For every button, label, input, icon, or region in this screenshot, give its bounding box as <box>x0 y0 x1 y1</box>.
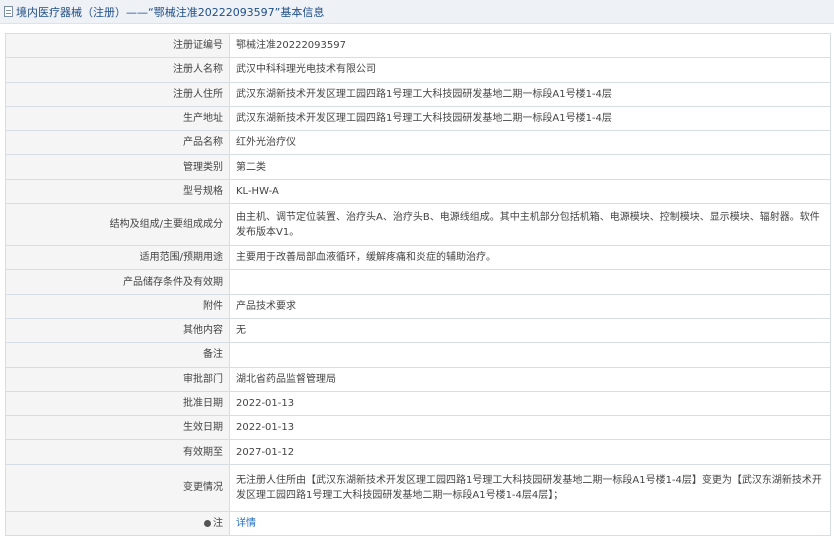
table-row: 其他内容 无 <box>5 317 831 344</box>
row-label: 批准日期 <box>5 390 230 417</box>
row-value: 红外光治疗仪 <box>229 130 831 156</box>
row-value: 产品技术要求 <box>229 293 831 319</box>
table-row: 适用范围/预期用途 主要用于改善局部血液循环，缓解疼痛和炎症的辅助治疗。 <box>5 245 831 271</box>
table-row: 有效期至 2027-01-12 <box>5 439 831 465</box>
row-value: 武汉东湖新技术开发区理工园四路1号理工大科技园研发基地二期一标段A1号楼1-4层 <box>229 81 831 107</box>
row-label: 注册人名称 <box>5 57 230 83</box>
bulb-icon <box>204 519 211 527</box>
page-header: 境内医疗器械（注册）——“鄂械注准20222093597”基本信息 <box>0 0 834 24</box>
row-label: 产品名称 <box>5 130 230 156</box>
row-value: 详情 <box>229 510 831 537</box>
row-value: 武汉中科科理光电技术有限公司 <box>229 57 831 83</box>
row-value: 鄂械注准20222093597 <box>229 32 831 59</box>
row-value: 2022-01-13 <box>229 415 831 441</box>
row-label: 其他内容 <box>5 317 230 344</box>
table-row: 注 详情 <box>5 510 831 537</box>
row-value: KL-HW-A <box>229 178 831 205</box>
table-row: 管理类别 第二类 <box>5 154 831 180</box>
row-label: 注册人住所 <box>5 81 230 107</box>
row-value: 第二类 <box>229 154 831 180</box>
table-row: 产品储存条件及有效期 <box>5 269 831 295</box>
row-value: 2022-01-13 <box>229 390 831 417</box>
row-label: 有效期至 <box>5 439 230 465</box>
row-value: 无 <box>229 317 831 344</box>
page-title: 境内医疗器械（注册）——“鄂械注准20222093597”基本信息 <box>16 5 325 19</box>
table-row: 结构及组成/主要组成成分 由主机、调节定位装置、治疗头A、治疗头B、电源线组成。… <box>5 203 831 247</box>
row-value <box>229 342 831 368</box>
document-icon <box>4 6 13 17</box>
row-value <box>229 269 831 295</box>
row-label: 管理类别 <box>5 154 230 180</box>
table-row: 附件 产品技术要求 <box>5 293 831 319</box>
row-label: 型号规格 <box>5 178 230 205</box>
row-value: 主要用于改善局部血液循环，缓解疼痛和炎症的辅助治疗。 <box>229 245 831 271</box>
details-link[interactable]: 详情 <box>236 518 256 529</box>
table-row: 注册人名称 武汉中科科理光电技术有限公司 <box>5 57 831 83</box>
row-label: 变更情况 <box>5 463 230 512</box>
row-value: 湖北省药品监督管理局 <box>229 366 831 392</box>
table-row: 批准日期 2022-01-13 <box>5 390 831 417</box>
row-label: 生产地址 <box>5 105 230 132</box>
table-row: 型号规格 KL-HW-A <box>5 178 831 205</box>
table-row: 生产地址 武汉东湖新技术开发区理工园四路1号理工大科技园研发基地二期一标段A1号… <box>5 105 831 132</box>
row-value: 武汉东湖新技术开发区理工园四路1号理工大科技园研发基地二期一标段A1号楼1-4层 <box>229 105 831 132</box>
row-label: 备注 <box>5 342 230 368</box>
row-label: 产品储存条件及有效期 <box>5 269 230 295</box>
table-row: 产品名称 红外光治疗仪 <box>5 130 831 156</box>
table-row: 审批部门 湖北省药品监督管理局 <box>5 366 831 392</box>
row-value: 由主机、调节定位装置、治疗头A、治疗头B、电源线组成。其中主机部分包括机箱、电源… <box>229 203 831 247</box>
row-label: 适用范围/预期用途 <box>5 245 230 271</box>
row-label: 附件 <box>5 293 230 319</box>
row-label: 注 <box>213 517 223 529</box>
table-row: 生效日期 2022-01-13 <box>5 415 831 441</box>
row-label: 注册证编号 <box>5 32 230 59</box>
table-row: 注册人住所 武汉东湖新技术开发区理工园四路1号理工大科技园研发基地二期一标段A1… <box>5 81 831 107</box>
note-label: 注 <box>5 510 230 537</box>
row-label: 审批部门 <box>5 366 230 392</box>
row-label: 生效日期 <box>5 415 230 441</box>
row-value: 无注册人住所由【武汉东湖新技术开发区理工园四路1号理工大科技园研发基地二期一标段… <box>229 463 831 512</box>
info-table: 注册证编号 鄂械注准20222093597 注册人名称 武汉中科科理光电技术有限… <box>5 32 831 537</box>
row-value: 2027-01-12 <box>229 439 831 465</box>
table-row: 注册证编号 鄂械注准20222093597 <box>5 32 831 59</box>
row-label: 结构及组成/主要组成成分 <box>5 203 230 247</box>
table-row: 变更情况 无注册人住所由【武汉东湖新技术开发区理工园四路1号理工大科技园研发基地… <box>5 463 831 512</box>
table-row: 备注 <box>5 342 831 368</box>
